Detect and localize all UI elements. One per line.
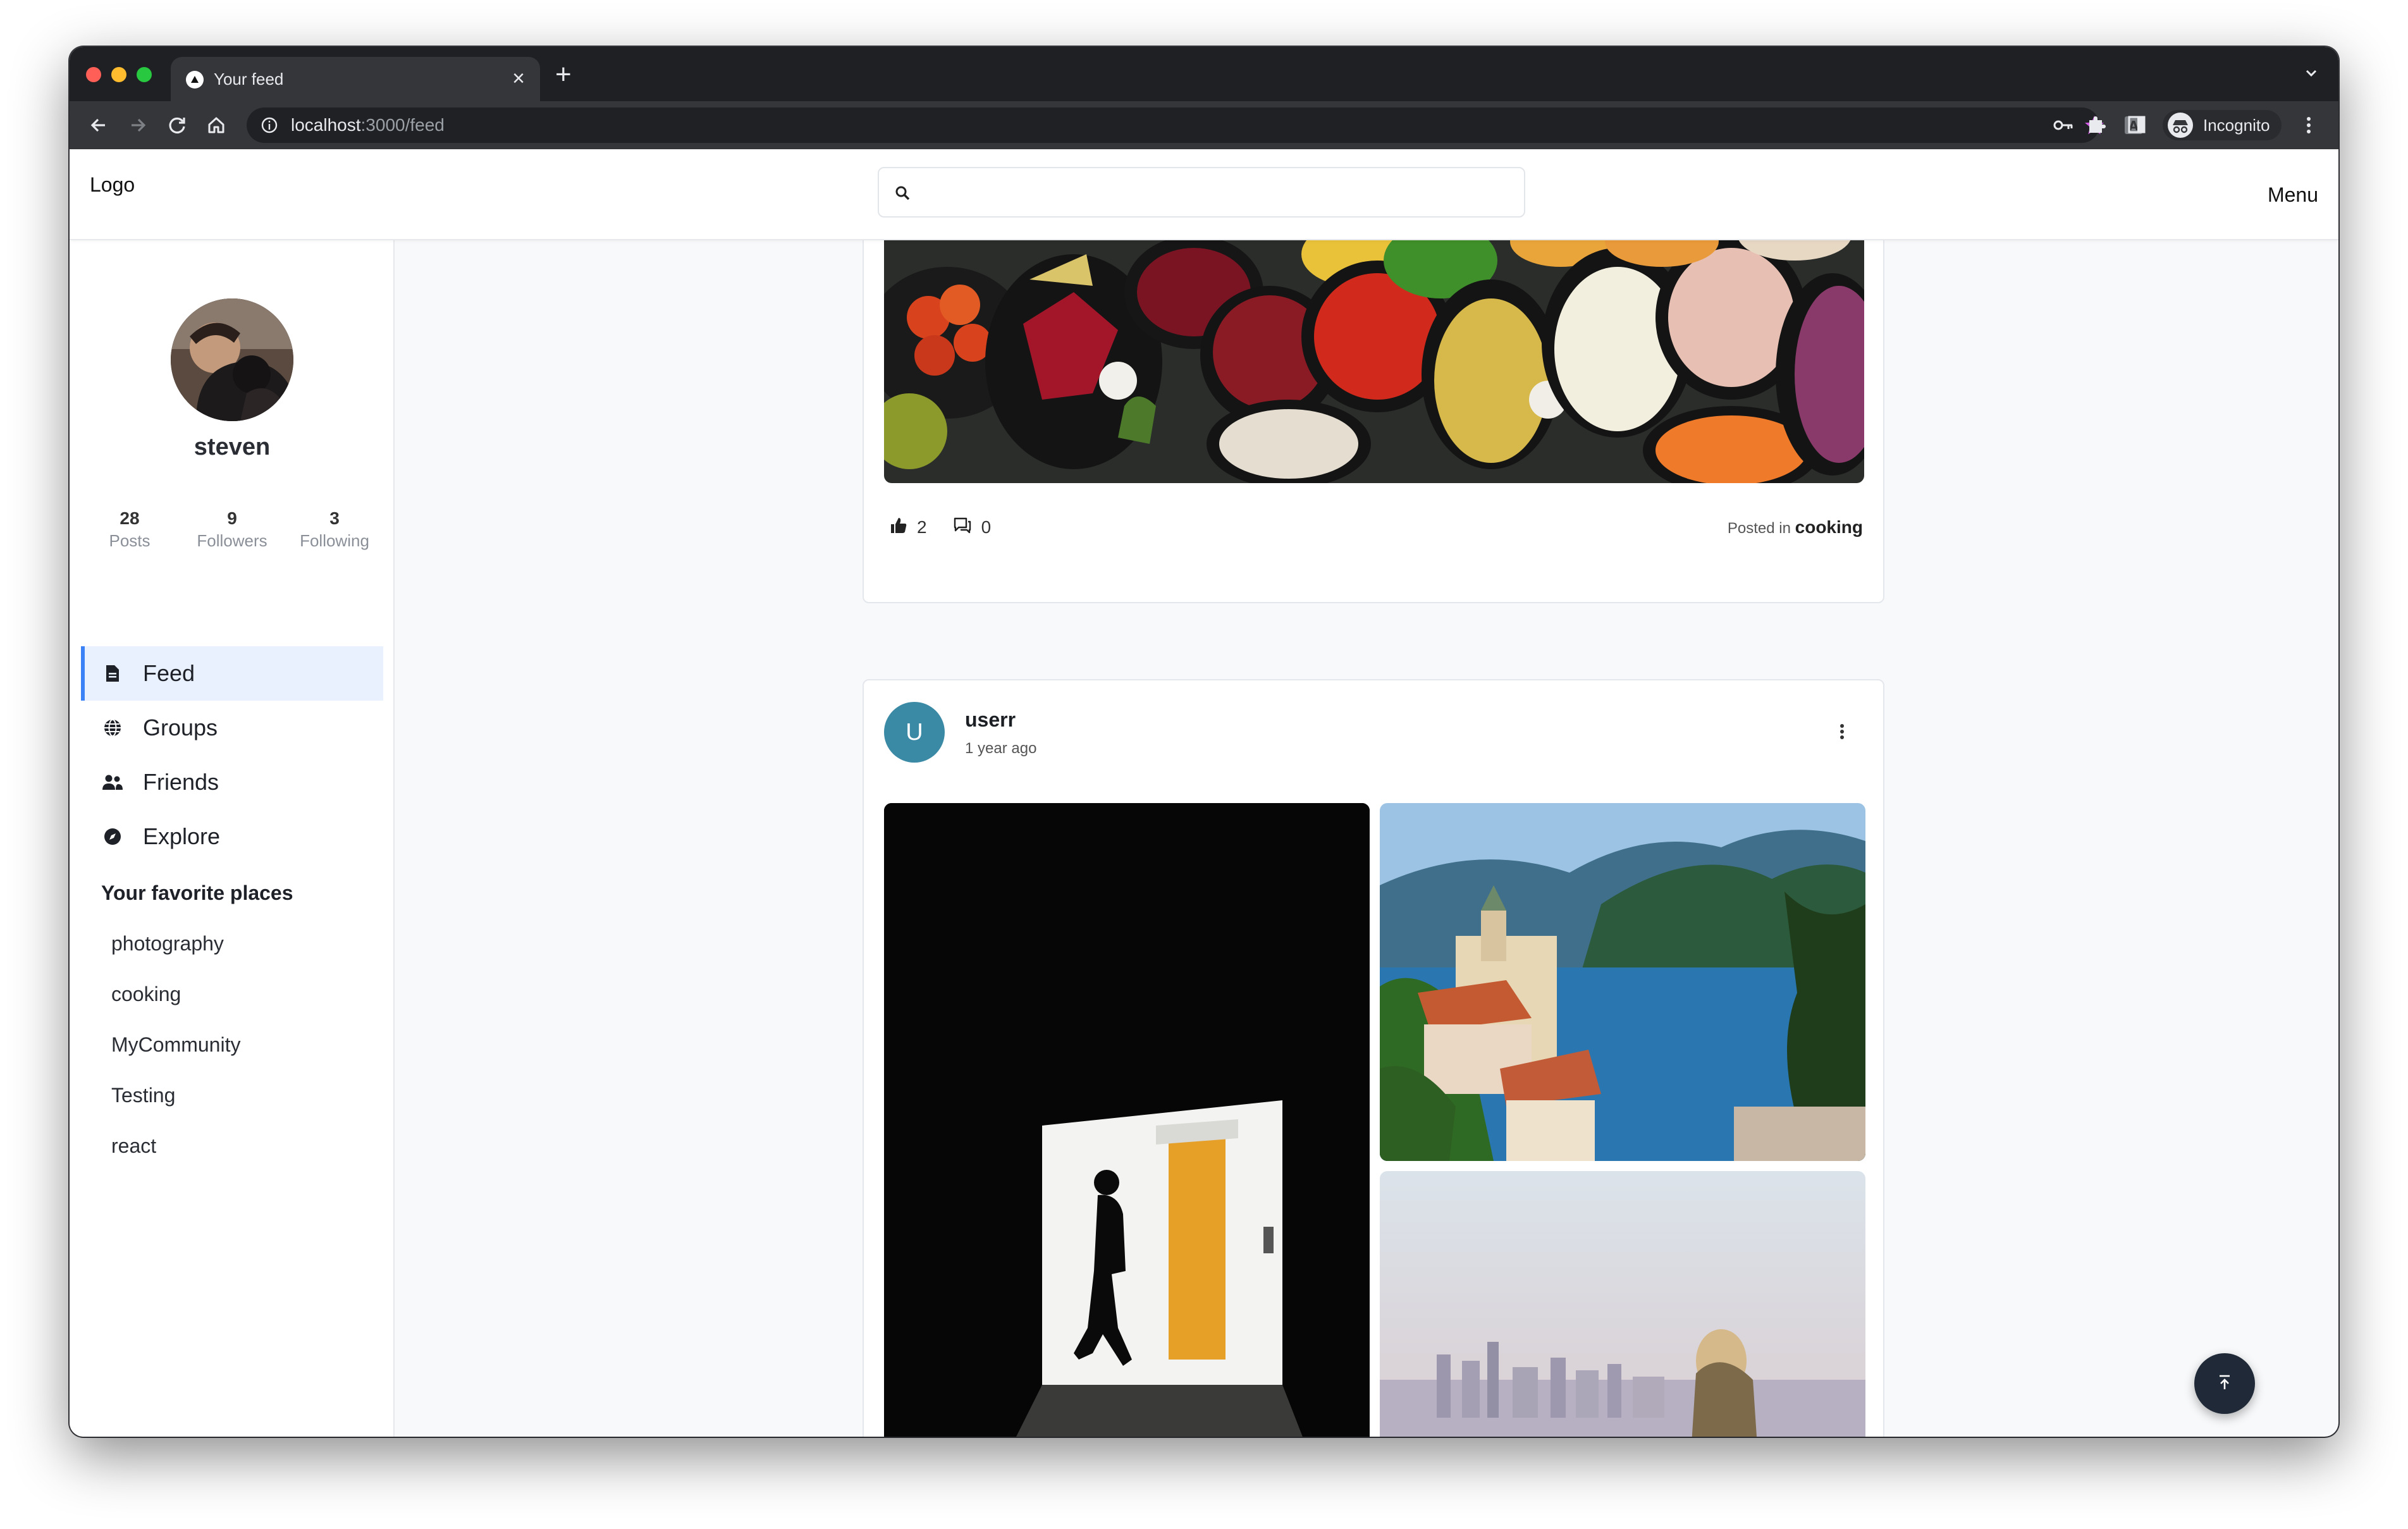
stat-posts[interactable]: 28 Posts [76, 508, 183, 551]
community-link[interactable]: cooking [1795, 517, 1863, 537]
post-card: 2 0 Posted in cooking [863, 240, 1884, 603]
post-image-city-view[interactable] [1380, 1171, 1865, 1437]
document-icon [100, 664, 125, 683]
incognito-icon [2168, 113, 2193, 138]
search-input[interactable] [878, 167, 1525, 218]
new-tab-icon[interactable]: + [555, 61, 572, 89]
stat-following[interactable]: 3 Following [281, 508, 388, 551]
comment-icon[interactable] [952, 516, 973, 539]
post-card: U userr 1 year ago [863, 679, 1884, 1437]
like-count: 2 [917, 517, 927, 537]
favorite-item-cooking[interactable]: cooking [111, 983, 181, 1006]
close-tab-icon[interactable]: × [512, 66, 525, 91]
stat-value: 28 [120, 508, 140, 528]
post-image-food-platter[interactable] [884, 240, 1864, 483]
sidebar-item-feed[interactable]: Feed [81, 646, 383, 701]
extensions-puzzle-icon[interactable] [2086, 114, 2107, 138]
posted-in-label: Posted in [1727, 520, 1791, 537]
sidebar-item-label: Friends [143, 769, 219, 795]
more-options-icon[interactable] [1839, 722, 1845, 744]
browser-tab-bar: Your feed × + [70, 47, 2338, 101]
profile-label: Incognito [2203, 116, 2270, 135]
side-panel-icon[interactable] [2126, 114, 2147, 138]
site-info-icon[interactable] [261, 116, 278, 137]
stat-label: Followers [197, 531, 267, 550]
home-icon[interactable] [205, 114, 228, 140]
url-text: localhost:3000/feed [291, 115, 445, 135]
browser-window: Your feed × + localhost:3000/feed A Inco… [70, 47, 2338, 1437]
comment-count: 0 [981, 517, 992, 537]
browser-tab[interactable]: Your feed × [171, 57, 540, 101]
favorite-item-mycommunity[interactable]: MyCommunity [111, 1033, 240, 1057]
thumbs-up-icon[interactable] [889, 516, 908, 539]
logo[interactable]: Logo [90, 173, 135, 197]
favorite-item-react[interactable]: react [111, 1134, 156, 1158]
favorite-item-testing[interactable]: Testing [111, 1084, 175, 1107]
sidebar-item-label: Feed [143, 660, 195, 686]
post-image-doorway[interactable] [884, 803, 1370, 1437]
favorite-item-photography[interactable]: photography [111, 932, 224, 955]
sidebar-item-label: Explore [143, 823, 221, 849]
post-actions: 2 0 [889, 513, 1016, 541]
stat-label: Following [300, 531, 369, 550]
globe-icon [100, 718, 125, 738]
profile-username[interactable]: steven [70, 434, 395, 461]
reload-icon[interactable] [166, 114, 188, 140]
feed: 2 0 Posted in cooking U userr 1 year ago [395, 240, 2338, 1437]
stat-value: 3 [329, 508, 340, 528]
scroll-to-top-button[interactable] [2194, 1353, 2255, 1414]
tab-title: Your feed [214, 70, 284, 89]
stat-label: Posts [109, 531, 150, 550]
incognito-profile-button[interactable]: Incognito [2163, 110, 2282, 140]
minimize-window-button[interactable] [111, 67, 126, 82]
tab-search-chevron-icon[interactable] [2303, 64, 2319, 84]
sidebar-item-groups[interactable]: Groups [81, 701, 383, 755]
menu-button[interactable]: Menu [2268, 183, 2318, 207]
favorites-heading: Your favorite places [101, 881, 293, 904]
back-arrow-icon[interactable] [87, 114, 110, 140]
zoom-window-button[interactable] [137, 67, 152, 82]
forward-arrow-icon[interactable] [126, 114, 149, 140]
compass-icon [100, 827, 125, 846]
triangle-favicon-icon [186, 71, 204, 89]
sidebar-item-friends[interactable]: Friends [81, 755, 383, 809]
stat-followers[interactable]: 9 Followers [178, 508, 286, 551]
users-icon [100, 773, 125, 791]
sidebar: steven 28 Posts 9 Followers 3 Following … [70, 240, 395, 1437]
avatar[interactable]: U [884, 702, 945, 763]
search-icon [894, 185, 911, 204]
close-window-button[interactable] [86, 67, 101, 82]
post-author[interactable]: userr [965, 708, 1016, 732]
key-icon[interactable] [2053, 116, 2074, 137]
sidebar-item-label: Groups [143, 715, 218, 740]
post-image-lake-monastery[interactable] [1380, 803, 1865, 1161]
arrow-up-to-line-icon [2215, 1373, 2234, 1395]
app-header: Logo Menu [70, 149, 2338, 240]
stat-value: 9 [227, 508, 237, 528]
post-timestamp: 1 year ago [965, 740, 1037, 757]
browser-menu-icon[interactable] [2304, 114, 2313, 140]
address-bar[interactable]: localhost:3000/feed [247, 107, 2104, 143]
browser-toolbar: localhost:3000/feed A Incognito [70, 101, 2338, 149]
sidebar-item-explore[interactable]: Explore [81, 809, 383, 864]
avatar[interactable] [171, 298, 293, 421]
posted-in: Posted in cooking [1728, 517, 1863, 537]
